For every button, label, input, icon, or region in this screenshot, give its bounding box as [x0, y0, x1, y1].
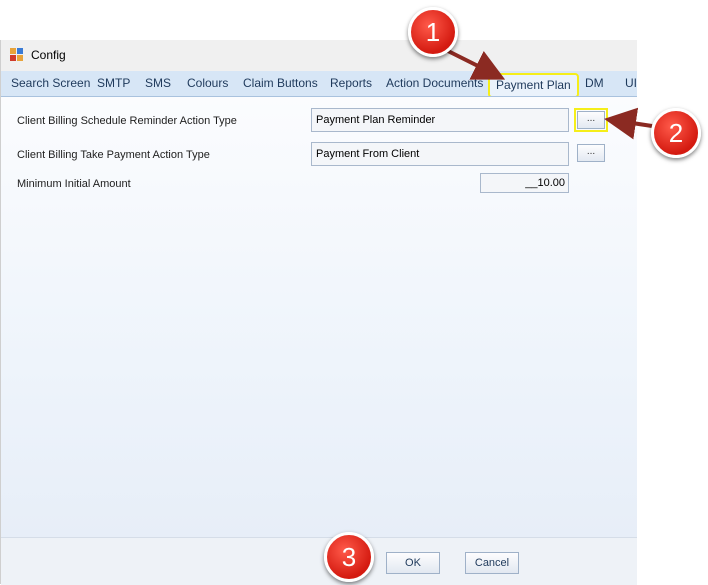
callout-3: 3 [324, 532, 374, 582]
take-payment-browse-button[interactable]: ... [577, 144, 605, 162]
tab-ui[interactable]: UI [625, 76, 637, 90]
dialog-footer: OK Cancel [1, 537, 637, 585]
reminder-browse-button[interactable]: ... [574, 108, 608, 132]
tab-smtp[interactable]: SMTP [97, 76, 130, 90]
tab-sms[interactable]: SMS [145, 76, 171, 90]
app-icon [10, 48, 23, 61]
reminder-action-type-label: Client Billing Schedule Reminder Action … [17, 115, 237, 127]
tab-search-screen[interactable]: Search Screen [11, 76, 90, 90]
tab-strip: Search Screen SMTP SMS Colours Claim But… [1, 71, 637, 97]
tab-colours[interactable]: Colours [187, 76, 228, 90]
tab-claim-buttons[interactable]: Claim Buttons [243, 76, 318, 90]
tab-payment-plan[interactable]: Payment Plan [488, 73, 579, 96]
tab-action-documents[interactable]: Action Documents [386, 76, 483, 90]
window-title: Config [31, 48, 66, 62]
callout-1: 1 [408, 7, 458, 57]
title-bar: Config [1, 40, 637, 70]
cancel-button[interactable]: Cancel [465, 552, 519, 574]
tab-dm[interactable]: DM [585, 76, 604, 90]
minimum-initial-amount-label: Minimum Initial Amount [17, 178, 131, 190]
payment-plan-panel: Client Billing Schedule Reminder Action … [1, 97, 637, 537]
minimum-initial-amount-field[interactable]: __10.00 [480, 173, 569, 193]
take-payment-action-type-label: Client Billing Take Payment Action Type [17, 149, 210, 161]
config-window: Config Search Screen SMTP SMS Colours Cl… [0, 40, 637, 585]
callout-2: 2 [651, 108, 701, 158]
take-payment-action-type-field[interactable]: Payment From Client [311, 142, 569, 166]
ok-button[interactable]: OK [386, 552, 440, 574]
tab-reports[interactable]: Reports [330, 76, 372, 90]
reminder-action-type-field[interactable]: Payment Plan Reminder [311, 108, 569, 132]
